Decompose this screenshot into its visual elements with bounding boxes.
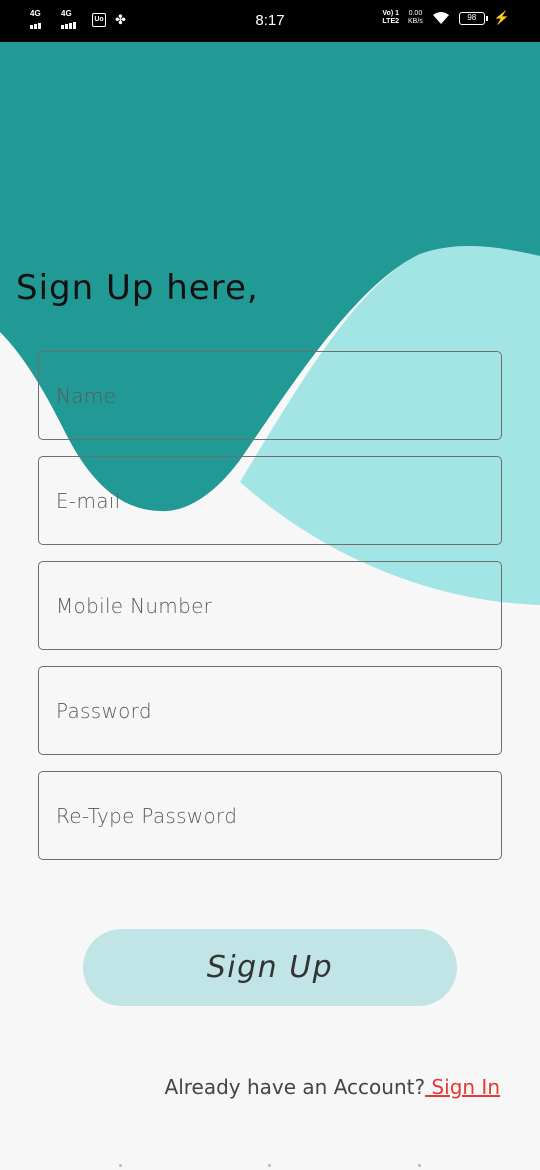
- battery-icon: 98: [458, 11, 488, 25]
- page-title: Sign Up here,: [16, 268, 259, 308]
- password-field[interactable]: Password: [38, 666, 502, 755]
- retype-placeholder: Re-Type Password: [56, 803, 238, 828]
- battery-level: 98: [467, 12, 477, 22]
- status-bar: 4G 4G Uo ✤ 8:17 Vo) 1 LTE2 0.00 KB/s 98 …: [0, 0, 540, 42]
- email-placeholder: E-mail: [56, 488, 121, 513]
- lte-label: LTE2: [382, 18, 400, 25]
- charging-icon: ⚡: [493, 10, 510, 25]
- nav-bar-hint: [0, 1164, 540, 1168]
- header-blobs: [0, 42, 540, 605]
- status-right: Vo) 1 LTE2 0.00 KB/s 98 ⚡: [382, 10, 510, 26]
- wifi-icon: [432, 12, 449, 24]
- name-placeholder: Name: [56, 383, 117, 408]
- net-speed: 0.00 KB/s: [408, 10, 423, 26]
- email-field[interactable]: E-mail: [38, 456, 502, 545]
- speed-unit: KB/s: [408, 18, 423, 25]
- mobile-placeholder: Mobile Number: [56, 593, 213, 618]
- sign-in-prompt-text: Already have an Account?: [164, 1075, 426, 1099]
- retype-password-field[interactable]: Re-Type Password: [38, 771, 502, 860]
- sign-up-button[interactable]: Sign Up: [83, 929, 457, 1006]
- volte-label: Vo) 1: [382, 10, 400, 17]
- sign-in-prompt: Already have an Account? Sign In: [165, 1075, 500, 1099]
- speed-value: 0.00: [408, 10, 423, 17]
- name-field[interactable]: Name: [38, 351, 502, 440]
- mobile-number-field[interactable]: Mobile Number: [38, 561, 502, 650]
- password-placeholder: Password: [56, 698, 152, 723]
- sign-in-link[interactable]: Sign In: [425, 1075, 500, 1099]
- volte-indicator: Vo) 1 LTE2: [382, 10, 399, 26]
